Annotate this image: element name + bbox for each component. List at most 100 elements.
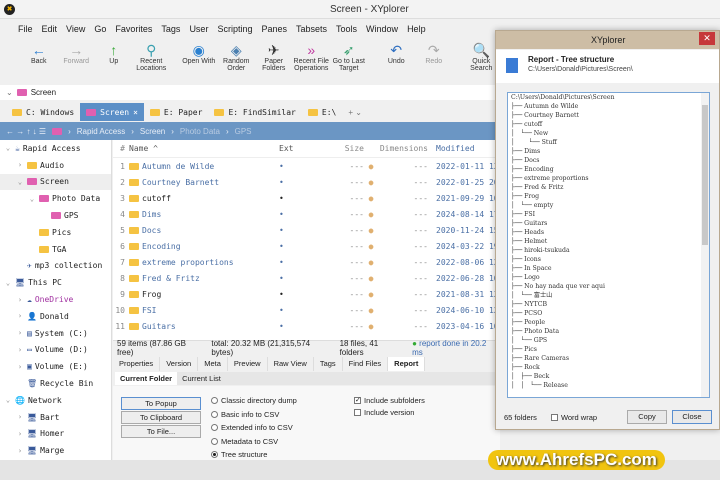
report-checkbox[interactable]: ✓ Include subfolders: [354, 396, 425, 405]
table-row[interactable]: 6 Encoding • --- ● --- 2024-03-22 19:15:: [113, 238, 500, 254]
tree-item[interactable]: ⌄ Photo Data: [0, 190, 111, 207]
to-popup-button[interactable]: To Popup: [121, 397, 201, 410]
table-row[interactable]: 7 extreme proportions • --- ● --- 2022-08-06 1…: [113, 254, 500, 270]
table-row[interactable]: 5 Docs • --- ● --- 2020-11-24 15:49:: [113, 222, 500, 238]
expand-chevron-icon[interactable]: ⌄: [28, 195, 36, 203]
menu-user[interactable]: User: [189, 24, 208, 34]
tree-item[interactable]: › ▣ Volume (E:): [0, 358, 111, 375]
tree-item[interactable]: ⌄ 🖥 This PC: [0, 274, 111, 291]
radio-icon[interactable]: [211, 397, 218, 404]
expand-chevron-icon[interactable]: ⌄: [4, 396, 12, 404]
to-clipboard-button[interactable]: To Clipboard: [121, 411, 201, 424]
address-bar[interactable]: ⌄ Screen: [0, 85, 500, 100]
report-checkbox[interactable]: Include version: [354, 408, 414, 417]
close-icon[interactable]: ✕: [699, 32, 715, 45]
column-header[interactable]: Ext: [279, 144, 319, 153]
menu-go[interactable]: Go: [94, 24, 106, 34]
table-row[interactable]: 2 Courtney Barnett • --- ● --- 2022-01-25 20:0…: [113, 174, 500, 190]
toolbar-back-button[interactable]: ← Back: [20, 38, 58, 65]
report-option-radio[interactable]: Extended info to CSV: [211, 423, 293, 432]
radio-icon[interactable]: [211, 437, 218, 445]
toolbar-recent-file-operations-button[interactable]: » Recent File Operations: [293, 38, 331, 72]
checkbox-icon[interactable]: [354, 409, 361, 416]
toolbar-redo-button[interactable]: ↷ Redo: [415, 38, 453, 65]
tab-4[interactable]: E:\: [302, 103, 342, 121]
subtab-current-list[interactable]: Current List: [177, 372, 226, 385]
column-header[interactable]: Modified: [428, 144, 498, 153]
breadcrumb-item[interactable]: Rapid Access: [77, 127, 125, 136]
breadcrumb-item[interactable]: GPS: [235, 127, 252, 136]
toolbar-paper-folders-button[interactable]: ✈ Paper Folders: [255, 38, 293, 72]
column-header[interactable]: Dimensions: [378, 144, 428, 153]
report-option-radio[interactable]: Tree structure: [211, 450, 267, 459]
toolbar-forward-button[interactable]: → Forward: [58, 38, 96, 65]
tree-item[interactable]: 🗑 Recycle Bin: [0, 375, 111, 392]
menu-tags[interactable]: Tags: [161, 24, 180, 34]
expand-chevron-icon[interactable]: ›: [16, 430, 24, 438]
toolbar-random-order-button[interactable]: ◈ Random Order: [218, 38, 256, 72]
expand-chevron-icon[interactable]: ⌄: [4, 144, 12, 152]
menu-panes[interactable]: Panes: [261, 24, 287, 34]
tab-tags[interactable]: Tags: [314, 357, 343, 371]
table-row[interactable]: 11 Guitars • --- ● --- 2023-04-16 10:23:: [113, 318, 500, 334]
expand-chevron-icon[interactable]: ›: [16, 363, 24, 371]
close-button[interactable]: Close: [672, 410, 712, 424]
table-row[interactable]: 9 Frog • --- ● --- 2021-08-31 13:25:: [113, 286, 500, 302]
word-wrap-checkbox[interactable]: Word wrap: [550, 413, 597, 422]
tab-2[interactable]: E: Paper: [144, 103, 209, 121]
expand-chevron-icon[interactable]: ›: [16, 161, 24, 169]
toolbar-up-button[interactable]: ↑ Up: [95, 38, 133, 65]
toolbar-go-to-last-target-button[interactable]: ➶ Go to Last Target: [330, 38, 368, 72]
column-header[interactable]: #: [113, 144, 129, 153]
table-row[interactable]: 1 Autumn de Wilde • --- ● --- 2022-01-11 13:55…: [113, 158, 500, 174]
radio-icon[interactable]: [211, 424, 218, 431]
expand-chevron-icon[interactable]: ⌄: [16, 178, 24, 186]
table-row[interactable]: 10 FSI • --- ● --- 2024-06-10 12:58:: [113, 302, 500, 318]
tree-output-text[interactable]: C:\Users\Donald\Pictures\Screen ├── Autum…: [507, 92, 710, 398]
toolbar-undo-button[interactable]: ↶ Undo: [378, 38, 416, 65]
tree-item[interactable]: › 👤 Donald: [0, 308, 111, 325]
new-tab-button[interactable]: + ⌄: [342, 103, 368, 121]
scrollbar[interactable]: [701, 93, 709, 397]
subtab-current-folder[interactable]: Current Folder: [115, 372, 178, 385]
report-option-radio[interactable]: Metadata to CSV: [211, 437, 278, 446]
tree-item[interactable]: ⌄ Screen: [0, 173, 111, 191]
expand-chevron-icon[interactable]: ›: [16, 413, 24, 421]
nav-arrows-icon[interactable]: ← → ↑ ↓ ☰: [6, 127, 46, 136]
menu-file[interactable]: File: [18, 24, 33, 34]
tree-item[interactable]: TGA: [0, 241, 111, 258]
tab-0[interactable]: C: Windows: [6, 103, 80, 121]
tree-item[interactable]: › ▤ System (C:): [0, 325, 111, 342]
breadcrumb-item[interactable]: Screen: [140, 127, 165, 136]
expand-chevron-icon[interactable]: ›: [16, 346, 24, 354]
tree-item[interactable]: › Audio: [0, 157, 111, 174]
report-option-radio[interactable]: Classic directory dump: [211, 396, 297, 405]
menu-tools[interactable]: Tools: [336, 24, 357, 34]
expand-chevron-icon[interactable]: ›: [16, 312, 24, 320]
breadcrumb-item[interactable]: Photo Data: [180, 127, 220, 136]
tree-item[interactable]: › ☁ OneDrive: [0, 291, 111, 308]
tree-item[interactable]: ⌄ 🌐 Network: [0, 392, 111, 409]
copy-button[interactable]: Copy: [627, 410, 667, 424]
tab-version[interactable]: Version: [160, 357, 199, 371]
tree-item[interactable]: › 🖥 Homer: [0, 426, 111, 443]
expand-chevron-icon[interactable]: ›: [16, 296, 24, 304]
menu-scripting[interactable]: Scripting: [217, 24, 252, 34]
table-row[interactable]: 3 cutoff • --- ● --- 2021-09-29 10:08:: [113, 190, 500, 206]
chevron-down-icon[interactable]: ⌄: [6, 88, 13, 97]
tree-item[interactable]: Pics: [0, 224, 111, 241]
menu-favorites[interactable]: Favorites: [115, 24, 152, 34]
expand-chevron-icon[interactable]: ⌄: [4, 279, 12, 287]
tree-item[interactable]: › 🖥 Marge: [0, 442, 111, 459]
tab-1[interactable]: Screen ×: [80, 103, 144, 121]
menu-window[interactable]: Window: [366, 24, 398, 34]
toolbar-open-with-button[interactable]: ◉ Open With: [180, 38, 218, 65]
tree-item[interactable]: › ▭ Volume (D:): [0, 342, 111, 359]
tab-report[interactable]: Report: [388, 357, 426, 371]
close-tab-icon[interactable]: ×: [133, 108, 138, 117]
tree-item[interactable]: › 🖥 Bart: [0, 409, 111, 426]
table-row[interactable]: 8 Fred & Fritz • --- ● --- 2022-06-28 10:23:: [113, 270, 500, 286]
expand-chevron-icon[interactable]: ›: [16, 329, 24, 337]
tab-raw-view[interactable]: Raw View: [268, 357, 314, 371]
report-option-radio[interactable]: Basic info to CSV: [211, 410, 279, 419]
